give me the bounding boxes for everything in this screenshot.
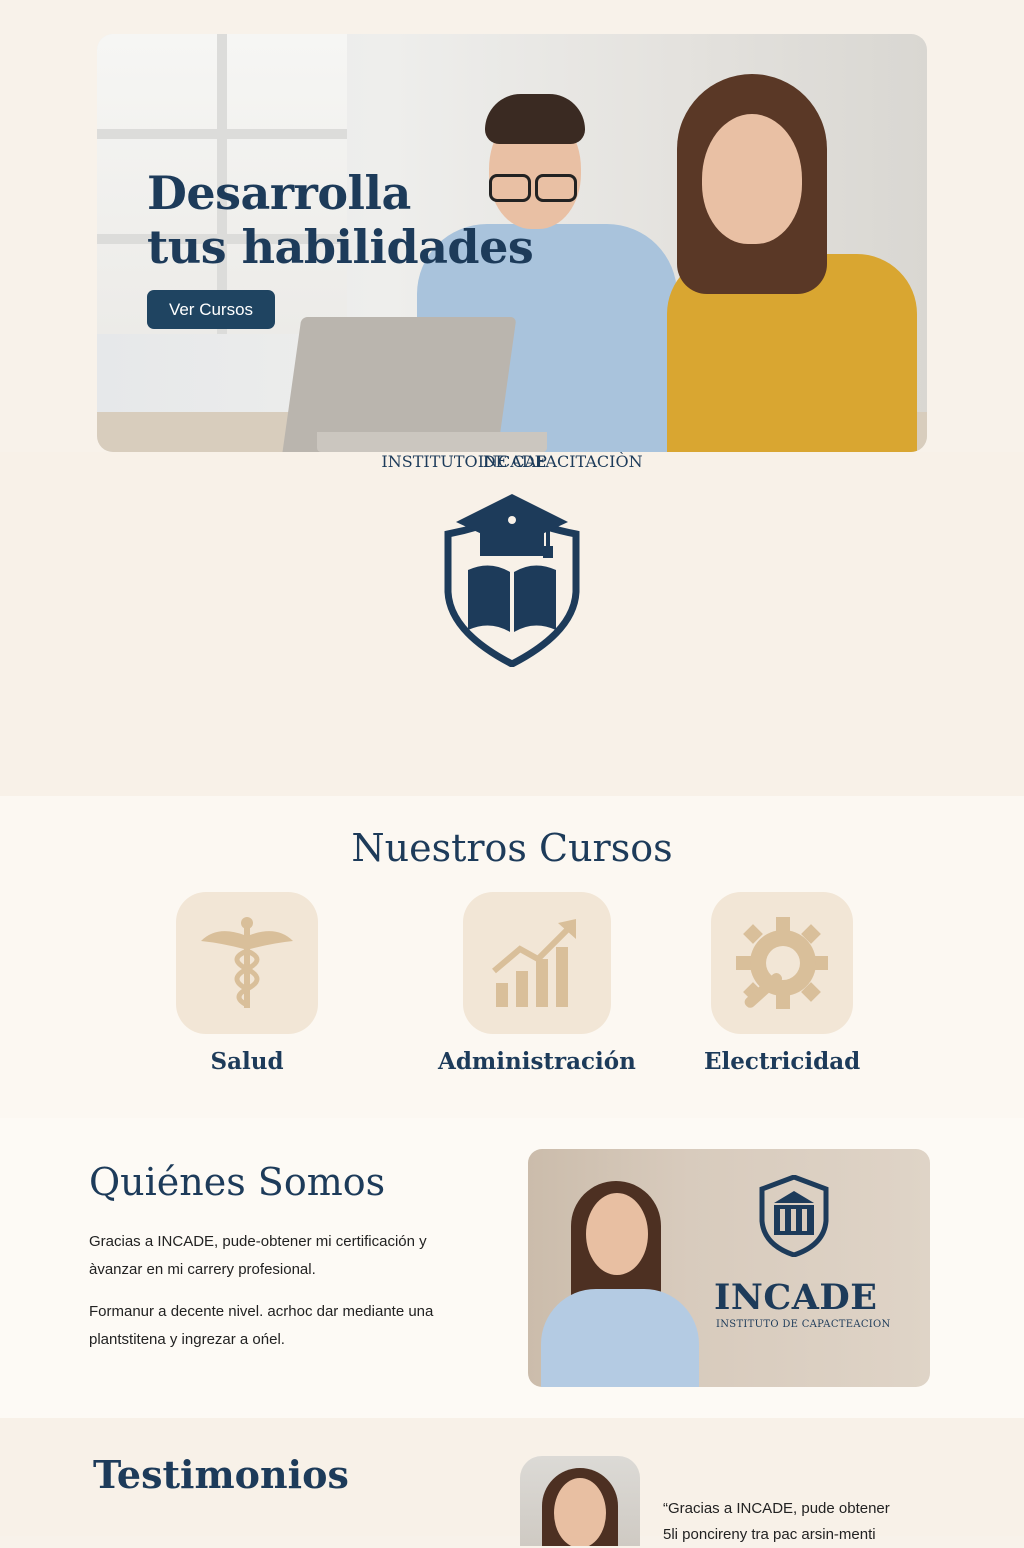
caduceus-icon xyxy=(201,917,293,1008)
growth-chart-icon xyxy=(491,919,576,1007)
testimonials-section: Testimonios “Gracias a INCADE, pude obte… xyxy=(0,1418,1024,1546)
about-paragraph-2: Formanur a decente nivel. acrhoc dar med… xyxy=(89,1303,434,1348)
about-section: Quiénes Somos Gracias a INCADE, pude-obt… xyxy=(0,1118,1024,1418)
graduation-shield-book-icon xyxy=(444,494,580,667)
course-label: Administración xyxy=(438,1048,636,1075)
about-image-card: INCADE INSTITUTO DE CAPACTEACION xyxy=(528,1149,930,1387)
course-card-salud[interactable]: Salud xyxy=(176,892,318,1075)
gear-wrench-icon xyxy=(736,917,829,1009)
courses-heading: Nuestros Cursos xyxy=(351,826,673,870)
course-label: Salud xyxy=(210,1048,284,1075)
course-label: Electricidad xyxy=(704,1048,861,1075)
course-card-electricidad[interactable]: Electricidad xyxy=(704,892,860,1075)
course-card-administracion[interactable]: Administración xyxy=(438,892,636,1075)
about-heading: Quiénes Somos xyxy=(89,1160,386,1204)
card-brand-subtitle: INSTITUTO DE CAPACTEACION xyxy=(716,1319,891,1330)
testimonial-quote: “Gracias a INCADE, pude obtener 5li ponc… xyxy=(663,1500,890,1543)
testimonials-heading: Testimonios xyxy=(93,1452,349,1497)
hero-woman-illustration xyxy=(657,74,927,452)
courses-section: Nuestros Cursos Salud Administración Ele… xyxy=(0,796,1024,1118)
hero-banner: Desarrolla tus habilidades Ver Cursos xyxy=(97,34,927,452)
building-shield-icon xyxy=(759,1175,829,1257)
brand-section: INCADE INSTITUTO DE CAPACITACIÒN xyxy=(0,452,1024,796)
ver-cursos-button[interactable]: Ver Cursos xyxy=(147,290,275,329)
testimonial-photo xyxy=(520,1456,640,1546)
card-brand-name: INCADE xyxy=(714,1277,878,1318)
staff-photo xyxy=(536,1169,706,1387)
about-paragraph-1: Gracias a INCADE, pude-obtener mi certif… xyxy=(89,1233,427,1278)
brand-subtitle: INSTITUTO DE CAPACITACIÒN xyxy=(381,452,643,471)
hero-title: Desarrolla tus habilidades xyxy=(147,166,534,274)
